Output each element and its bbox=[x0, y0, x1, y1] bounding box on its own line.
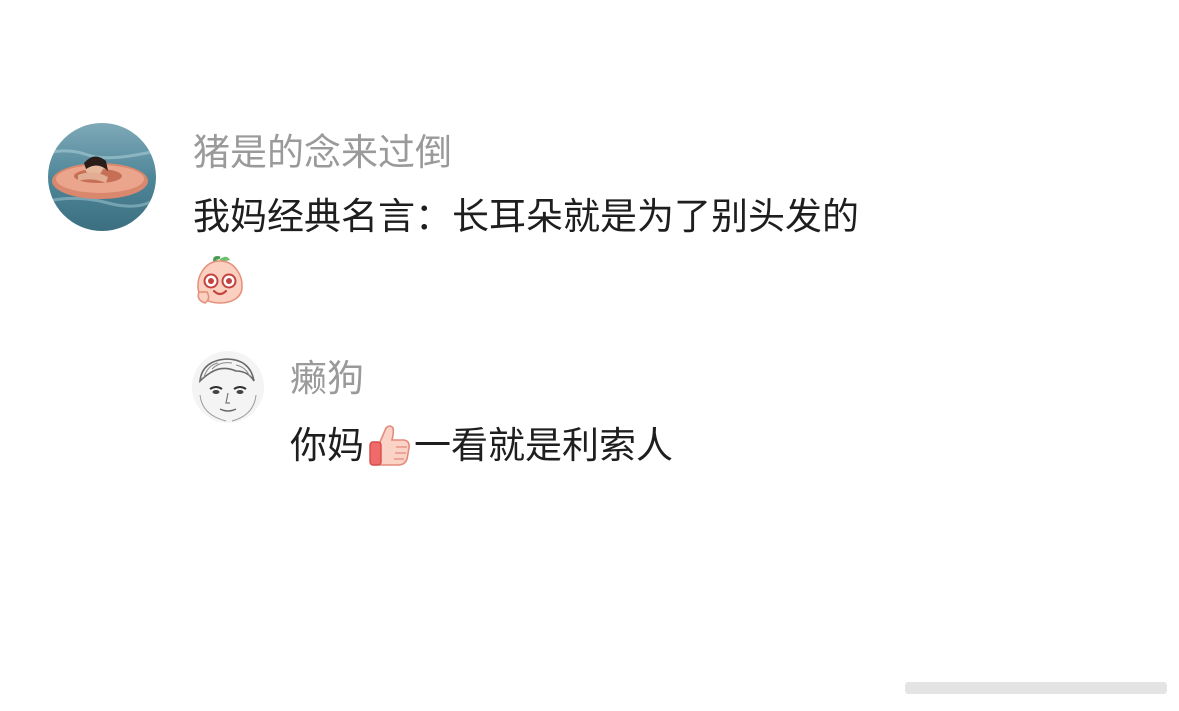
avatar-image bbox=[192, 351, 264, 423]
avatar[interactable] bbox=[48, 123, 156, 231]
watermark bbox=[905, 679, 1167, 697]
avatar-image bbox=[48, 123, 156, 231]
thumbs-up-emoji bbox=[366, 422, 412, 468]
smiling-peach-emoji bbox=[193, 252, 247, 306]
reply-text-after: 一看就是利索人 bbox=[414, 424, 673, 467]
username[interactable]: 癞狗 bbox=[290, 357, 364, 401]
username[interactable]: 猪是的念来过倒 bbox=[193, 131, 452, 175]
reply-text-before: 你妈 bbox=[290, 424, 364, 467]
comment-text: 我妈经典名言：长耳朵就是为了别头发的 bbox=[193, 195, 859, 238]
avatar[interactable] bbox=[192, 351, 264, 423]
reply-text: 你妈 一看就是利索人 bbox=[290, 424, 673, 471]
